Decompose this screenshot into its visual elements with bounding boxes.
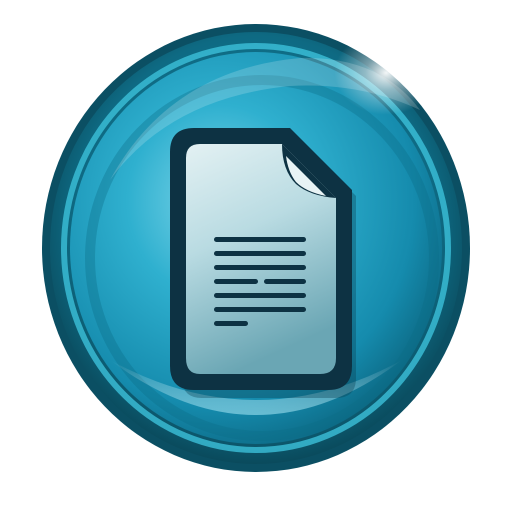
document-app-icon[interactable]	[0, 0, 512, 512]
document-icon	[42, 24, 470, 472]
